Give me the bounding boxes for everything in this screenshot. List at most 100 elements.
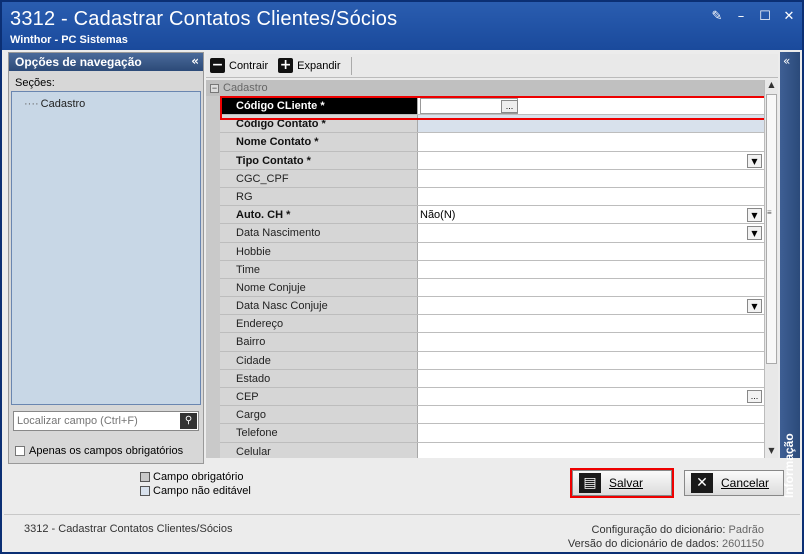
only-required-option[interactable]: Apenas os campos obrigatórios bbox=[15, 445, 183, 457]
grid-row[interactable]: Código Contato * bbox=[220, 115, 764, 134]
info-panel[interactable]: « Informação bbox=[780, 52, 800, 498]
field-value[interactable] bbox=[418, 424, 764, 442]
field-value[interactable]: ... bbox=[418, 388, 764, 406]
scroll-down-icon[interactable]: ▼ bbox=[765, 446, 778, 458]
field-value[interactable]: ▼ bbox=[418, 151, 764, 169]
grid-row[interactable]: Hobbie bbox=[220, 242, 764, 261]
grid-row[interactable]: CGC_CPF bbox=[220, 169, 764, 188]
grid-row[interactable]: Estado bbox=[220, 369, 764, 388]
tree-item-label: Cadastro bbox=[40, 98, 86, 110]
chevron-down-icon[interactable]: ▼ bbox=[747, 153, 762, 168]
codigo-cliente-input[interactable]: ... bbox=[420, 98, 518, 114]
grid-row[interactable]: Código CLiente *... bbox=[220, 97, 764, 116]
field-value[interactable] bbox=[418, 351, 764, 369]
grid-row[interactable]: Time bbox=[220, 260, 764, 279]
required-swatch bbox=[140, 472, 150, 482]
readonly-swatch bbox=[140, 486, 150, 496]
field-value bbox=[418, 115, 764, 133]
grid-row[interactable]: Endereço bbox=[220, 315, 764, 334]
scrollbar-thumb[interactable] bbox=[766, 94, 777, 364]
grid-row[interactable]: Cidade bbox=[220, 351, 764, 370]
app-window: 3312 - Cadastrar Contatos Clientes/Sócio… bbox=[0, 0, 804, 554]
chevron-down-icon[interactable]: ▼ bbox=[747, 208, 762, 223]
grid-row[interactable]: RG bbox=[220, 187, 764, 207]
lookup-ellipsis-icon[interactable]: ... bbox=[501, 100, 518, 113]
field-label: Código CLiente * bbox=[220, 97, 418, 115]
collapse-nav-icon[interactable]: « bbox=[191, 54, 199, 68]
field-label: Cargo bbox=[220, 406, 418, 424]
search-icon[interactable]: ⚲ bbox=[180, 413, 197, 429]
navigation-header-label: Opções de navegação bbox=[15, 55, 142, 69]
group-collapse-icon[interactable]: − bbox=[210, 84, 219, 93]
grid-row[interactable]: Nome Conjuje bbox=[220, 278, 764, 298]
field-label: Cidade bbox=[220, 351, 418, 369]
grid-row[interactable]: Auto. CH * Não(N) ▼ bbox=[220, 206, 764, 225]
grid-row[interactable]: Nome Contato * bbox=[220, 133, 764, 152]
collapse-button[interactable]: − Contrair bbox=[210, 58, 268, 73]
edit-window-icon[interactable]: ✎ bbox=[710, 10, 724, 24]
field-value[interactable] bbox=[418, 260, 764, 278]
close-icon[interactable]: ✕ bbox=[782, 10, 796, 24]
cancel-label: Cancelar bbox=[721, 476, 770, 490]
status-program: 3312 - Cadastrar Contatos Clientes/Sócio… bbox=[24, 523, 233, 535]
grid-row[interactable]: Celular bbox=[220, 442, 764, 458]
field-value[interactable]: ▼ bbox=[418, 297, 764, 315]
field-value[interactable] bbox=[418, 369, 764, 387]
ellipsis-icon[interactable]: ... bbox=[747, 390, 762, 403]
only-required-checkbox[interactable] bbox=[15, 446, 25, 456]
field-label: CGC_CPF bbox=[220, 169, 418, 187]
field-label: Auto. CH * bbox=[220, 206, 418, 224]
minus-icon: − bbox=[210, 57, 225, 73]
info-panel-label: Informação bbox=[782, 433, 796, 498]
legend: Campo obrigatório Campo não editável bbox=[140, 470, 251, 498]
chevron-down-icon[interactable]: ▼ bbox=[747, 299, 762, 314]
field-value[interactable] bbox=[418, 278, 764, 297]
chevron-down-icon[interactable]: ▼ bbox=[747, 226, 762, 241]
field-value[interactable] bbox=[418, 442, 764, 458]
field-value[interactable] bbox=[418, 333, 764, 351]
group-row-cadastro[interactable]: − Cadastro bbox=[206, 80, 764, 96]
only-required-label: Apenas os campos obrigatórios bbox=[29, 445, 184, 457]
expand-info-icon[interactable]: « bbox=[783, 54, 790, 68]
field-value[interactable] bbox=[418, 406, 764, 424]
grid-row[interactable]: Data Nascimento ▼ bbox=[220, 224, 764, 243]
grid-row[interactable]: Bairro bbox=[220, 333, 764, 352]
cancel-button[interactable]: ✕ Cancelar bbox=[684, 470, 784, 496]
navigation-panel: Opções de navegação « Seções: ···· Cadast… bbox=[8, 52, 204, 464]
save-label: Salvar bbox=[609, 476, 644, 490]
dict-config-value: Padrão bbox=[728, 524, 764, 536]
field-value[interactable]: ... bbox=[418, 97, 764, 115]
status-bar: 3312 - Cadastrar Contatos Clientes/Sócio… bbox=[4, 514, 800, 552]
expand-button[interactable]: + Expandir bbox=[278, 58, 341, 73]
grid-scrollbar[interactable]: ▲ ≡ ▼ bbox=[764, 80, 778, 458]
maximize-icon[interactable]: ☐ bbox=[758, 10, 772, 24]
field-value[interactable] bbox=[418, 315, 764, 333]
field-label: CEP bbox=[220, 388, 418, 406]
window-subtitle: Winthor - PC Sistemas bbox=[10, 34, 128, 46]
field-value[interactable] bbox=[418, 133, 764, 151]
legend-required-label: Campo obrigatório bbox=[153, 471, 244, 483]
legend-required: Campo obrigatório bbox=[140, 470, 251, 484]
grid-row[interactable]: Cargo bbox=[220, 406, 764, 425]
scroll-up-icon[interactable]: ▲ bbox=[765, 80, 778, 92]
minimize-icon[interactable]: – bbox=[734, 10, 748, 24]
scroll-grip-icon: ≡ bbox=[767, 208, 772, 217]
field-label: Tipo Contato * bbox=[220, 151, 418, 169]
find-field-box: ⚲ bbox=[13, 411, 199, 431]
save-button[interactable]: ▤ Salvar bbox=[572, 470, 672, 496]
window-controls: ✎ – ☐ ✕ bbox=[710, 10, 796, 24]
title-bar: 3312 - Cadastrar Contatos Clientes/Sócio… bbox=[2, 2, 802, 50]
sections-tree: ···· Cadastro bbox=[11, 91, 201, 405]
field-value[interactable]: ▼ bbox=[418, 224, 764, 242]
tree-item-cadastro[interactable]: ···· Cadastro bbox=[24, 98, 85, 110]
field-label: RG bbox=[220, 187, 418, 206]
field-value[interactable]: Não(N) ▼ bbox=[418, 206, 764, 224]
field-value[interactable] bbox=[418, 169, 764, 187]
grid-row[interactable]: Tipo Contato * ▼ bbox=[220, 151, 764, 170]
find-field-input[interactable] bbox=[17, 415, 177, 427]
grid-row[interactable]: Data Nasc Conjuje ▼ bbox=[220, 297, 764, 316]
grid-row[interactable]: CEP... bbox=[220, 388, 764, 407]
field-value[interactable] bbox=[418, 242, 764, 260]
field-value[interactable] bbox=[418, 187, 764, 206]
grid-row[interactable]: Telefone bbox=[220, 424, 764, 443]
